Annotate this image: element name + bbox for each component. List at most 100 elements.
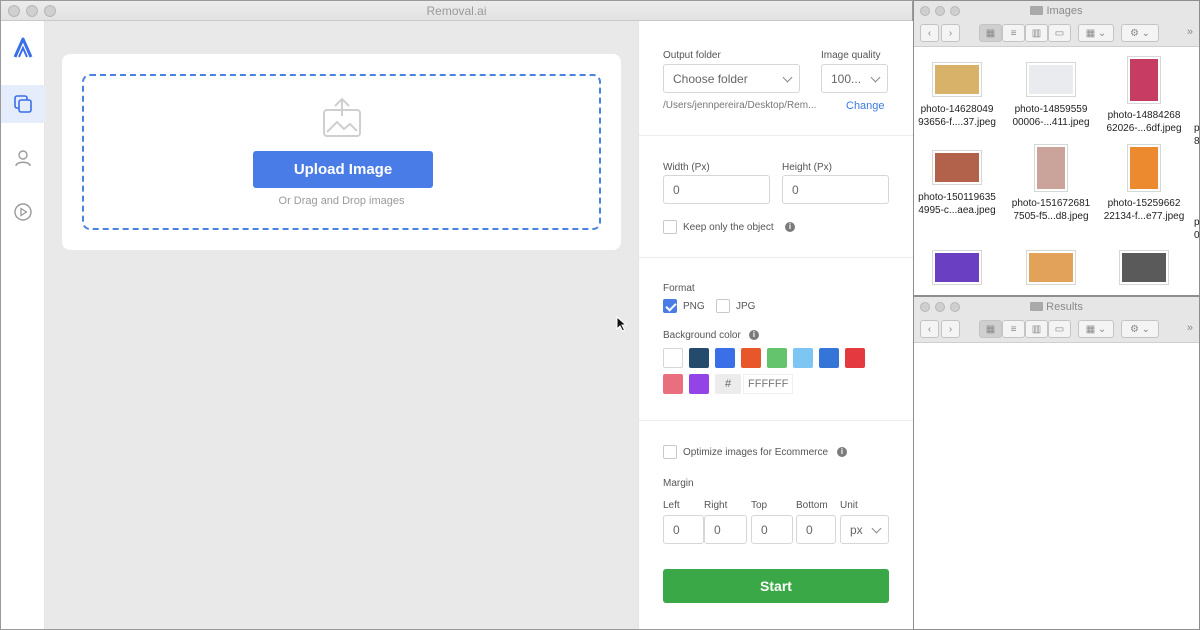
margin-top-input[interactable]: 0: [751, 515, 793, 544]
action-button[interactable]: ⚙ ⌄: [1121, 24, 1159, 42]
drop-zone[interactable]: Upload Image Or Drag and Drop images: [82, 74, 601, 230]
group-button[interactable]: ▦ ⌄: [1078, 24, 1114, 42]
height-input[interactable]: 0: [782, 175, 889, 204]
hex-prefix: #: [715, 374, 741, 394]
file-thumbnail: [1128, 57, 1160, 103]
file-item[interactable]: photo-15259662 22134-f...e77.jpeg: [1099, 145, 1189, 223]
output-path: /Users/jennpereira/Desktop/Rem...: [663, 100, 817, 111]
file-grid: photo-14628049 93656-f....37.jpeg photo-14…: [914, 49, 1200, 295]
finder-toolbar: ‹ › ▦ ≡ ▥ ▭ ▦ ⌄ ⚙ ⌄ »: [914, 317, 1199, 343]
grid-icon: ▦: [985, 323, 996, 335]
list-view-button[interactable]: ≡: [1002, 320, 1025, 338]
file-item[interactable]: photo-151672681 7505-f5...d8.jpeg: [1006, 145, 1096, 223]
app-window: Removal.ai Upload Image Or Drag and Drop…: [0, 0, 913, 630]
drop-hint-text: Or Drag and Drop images: [278, 195, 405, 207]
finder-title-text: Results: [1046, 301, 1083, 313]
divider: [639, 257, 913, 258]
list-view-button[interactable]: ≡: [1002, 24, 1025, 42]
file-item[interactable]: photo-150119635 4995-c...aea.jpeg: [914, 151, 1002, 217]
image-quality-select[interactable]: 100...: [821, 64, 888, 93]
width-label: Width (Px): [663, 162, 710, 173]
gallery-view-button[interactable]: ▭: [1048, 24, 1071, 42]
color-swatch[interactable]: [741, 348, 761, 368]
title-bar: Removal.ai: [1, 1, 912, 21]
file-item[interactable]: photo-14859559 00006-...411.jpeg: [1006, 63, 1096, 129]
start-button[interactable]: Start: [663, 569, 889, 603]
window-title: Removal.ai: [426, 4, 487, 18]
color-swatch[interactable]: [689, 374, 709, 394]
folder-icon: [1030, 6, 1044, 15]
file-name: photo-151672681 7505-f5...d8.jpeg: [1011, 198, 1091, 222]
icon-view-button[interactable]: ▦: [979, 24, 1002, 42]
margin-right-input[interactable]: 0: [704, 515, 747, 544]
unit-label: Unit: [840, 500, 858, 511]
margin-bottom-input[interactable]: 0: [796, 515, 836, 544]
file-item[interactable]: [914, 251, 1002, 284]
file-item[interactable]: [1006, 251, 1096, 284]
margin-bottom-value: 0: [806, 522, 813, 537]
keep-object-checkbox[interactable]: [663, 220, 677, 234]
forward-button[interactable]: ›: [941, 320, 960, 338]
margin-label: Margin: [663, 478, 694, 489]
margin-left-input[interactable]: 0: [663, 515, 704, 544]
play-icon: [14, 203, 32, 221]
color-swatch[interactable]: [793, 348, 813, 368]
format-label: Format: [663, 283, 695, 294]
person-icon: [15, 150, 31, 167]
file-item[interactable]: [1099, 251, 1189, 284]
optimize-ecommerce-checkbox[interactable]: [663, 445, 677, 459]
color-swatch[interactable]: [663, 374, 683, 394]
column-view-button[interactable]: ▥: [1025, 320, 1048, 338]
sidebar-item-images[interactable]: [1, 85, 45, 123]
list-icon: ≡: [1010, 27, 1017, 39]
png-checkbox[interactable]: [663, 299, 677, 313]
image-quality-value: 100...: [831, 71, 862, 86]
group-button[interactable]: ▦ ⌄: [1078, 320, 1114, 338]
color-swatch[interactable]: [715, 348, 735, 368]
jpg-label: JPG: [736, 301, 756, 312]
sidebar-item-video[interactable]: [1, 193, 45, 231]
info-icon[interactable]: i: [785, 222, 795, 232]
color-swatch[interactable]: [845, 348, 865, 368]
unit-value: px: [850, 522, 863, 537]
upload-image-button[interactable]: Upload Image: [253, 151, 433, 188]
more-icon[interactable]: »: [1187, 322, 1193, 334]
gallery-icon: ▭: [1054, 27, 1065, 39]
output-folder-select[interactable]: Choose folder: [663, 64, 800, 93]
width-input[interactable]: 0: [663, 175, 770, 204]
columns-icon: ▥: [1031, 27, 1042, 39]
info-icon[interactable]: i: [837, 447, 847, 457]
hex-color-input[interactable]: FFFFFF: [743, 374, 793, 394]
file-name-partial: p0: [1194, 217, 1200, 241]
image-quality-label: Image quality: [821, 50, 881, 61]
png-label: PNG: [683, 301, 705, 312]
change-folder-link[interactable]: Change: [846, 100, 885, 112]
action-button[interactable]: ⚙ ⌄: [1121, 320, 1159, 338]
icon-view-button[interactable]: ▦: [979, 320, 1002, 338]
height-value: 0: [792, 182, 799, 197]
gallery-icon: ▭: [1054, 323, 1065, 335]
unit-select[interactable]: px: [840, 515, 889, 544]
jpg-checkbox[interactable]: [716, 299, 730, 313]
gallery-view-button[interactable]: ▭: [1048, 320, 1071, 338]
optimize-ecommerce-label: Optimize images for Ecommerce: [683, 447, 829, 458]
column-view-button[interactable]: ▥: [1025, 24, 1048, 42]
back-button[interactable]: ‹: [920, 24, 939, 42]
file-item[interactable]: photo-14628049 93656-f....37.jpeg: [914, 63, 1002, 129]
sidebar-item-person[interactable]: [1, 139, 45, 177]
color-swatch[interactable]: [819, 348, 839, 368]
forward-button[interactable]: ›: [941, 24, 960, 42]
group-icon: ▦ ⌄: [1085, 323, 1107, 335]
settings-panel: Output folder Choose folder Image qualit…: [638, 21, 913, 629]
info-icon[interactable]: i: [749, 330, 759, 340]
back-button[interactable]: ‹: [920, 320, 939, 338]
color-swatch[interactable]: [663, 348, 683, 368]
file-item[interactable]: photo-14884268 62026-...6df.jpeg: [1099, 57, 1189, 135]
more-icon[interactable]: »: [1187, 26, 1193, 38]
file-name: photo-14859559 00006-...411.jpeg: [1012, 104, 1090, 128]
color-swatch[interactable]: [767, 348, 787, 368]
height-label: Height (Px): [782, 162, 833, 173]
gear-icon: ⚙ ⌄: [1129, 27, 1151, 39]
divider: [639, 135, 913, 136]
color-swatch[interactable]: [689, 348, 709, 368]
